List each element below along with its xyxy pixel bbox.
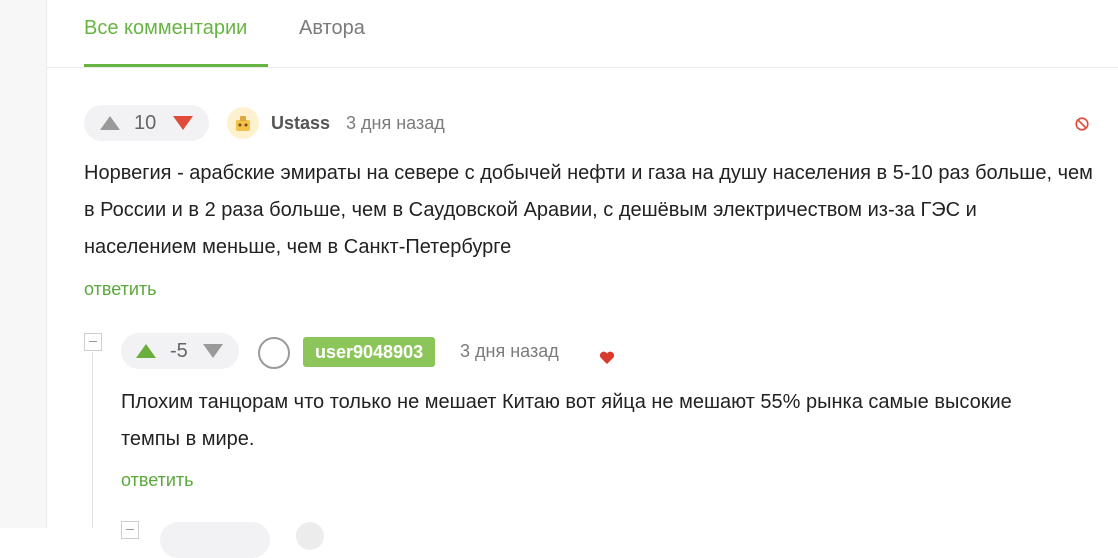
arrow-up-icon[interactable] [100, 116, 120, 130]
comment-score: -5 [170, 340, 188, 362]
avatar[interactable] [227, 107, 259, 139]
arrow-down-icon[interactable] [203, 344, 223, 358]
left-rail [0, 0, 47, 528]
arrow-down-icon[interactable] [173, 116, 193, 130]
comment-time[interactable]: 3 дня назад [460, 341, 559, 362]
reply-link[interactable]: ответить [121, 470, 194, 491]
tab-all-comments[interactable]: Все комментарии [84, 17, 247, 40]
comment-text: Норвегия - арабские эмираты на севере с … [84, 162, 1093, 258]
thread-line [92, 352, 93, 528]
block-icon[interactable] [1075, 117, 1089, 131]
avatar[interactable] [296, 522, 324, 550]
arrow-up-icon[interactable] [136, 344, 156, 358]
comment-username[interactable]: user9048903 [303, 337, 436, 367]
collapse-icon[interactable] [84, 333, 102, 351]
reply-link[interactable]: ответить [84, 279, 157, 300]
comment-time[interactable]: 3 дня назад [346, 113, 445, 134]
tab-author[interactable]: Автора [299, 17, 365, 40]
comment-username[interactable]: Ustass [271, 113, 330, 134]
comment-text: Плохим танцорам что только не мешает Кит… [121, 391, 1012, 450]
vote-pill [160, 522, 270, 558]
avatar[interactable] [258, 337, 290, 369]
heart-icon [599, 351, 615, 365]
collapse-icon[interactable] [121, 521, 139, 539]
comment-score: 10 [134, 112, 157, 134]
active-tab-indicator [84, 64, 268, 67]
